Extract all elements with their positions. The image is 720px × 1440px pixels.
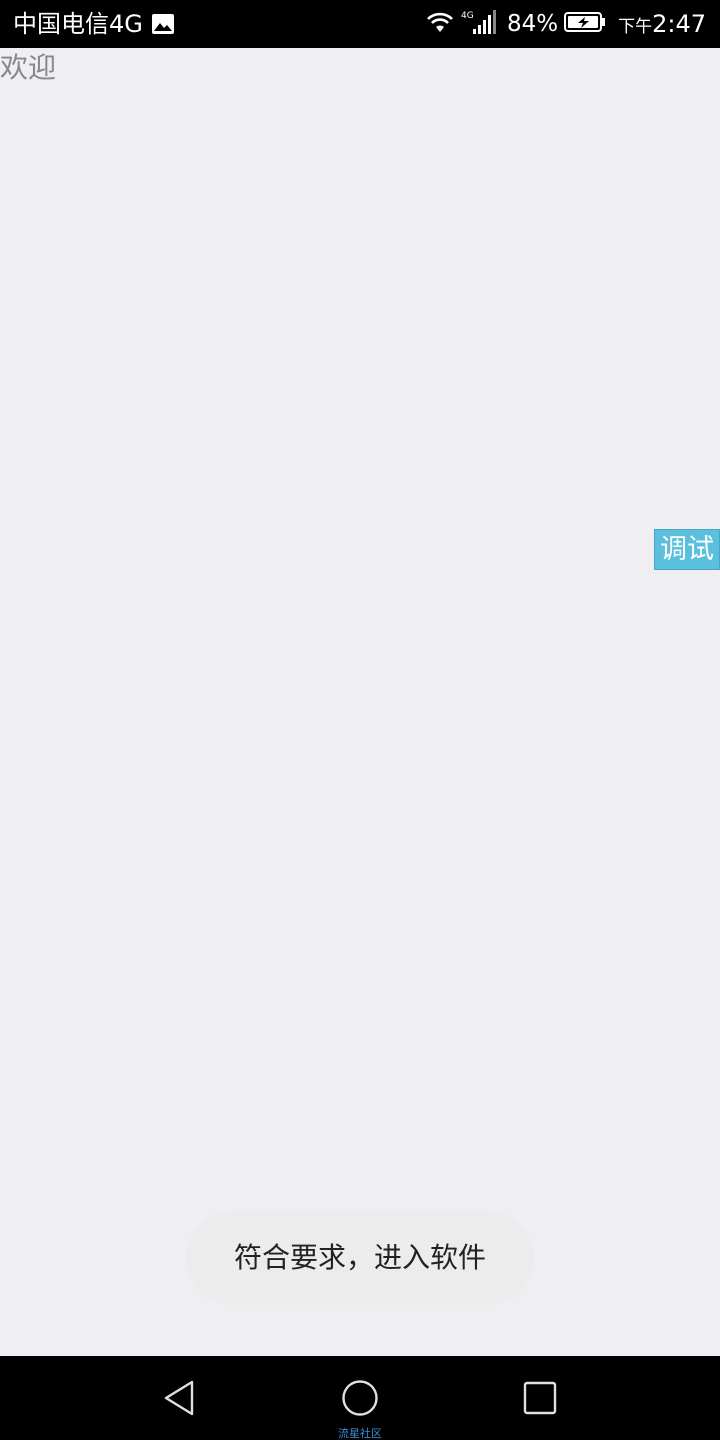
signal-icon: 4G <box>461 9 497 39</box>
screen: 中国电信4G 4G 84% 下午 2:47 欢迎 调试 符合要求，进入软件 流星… <box>0 0 720 1440</box>
ampm-label: 下午 <box>618 17 653 37</box>
back-icon <box>164 1380 194 1416</box>
watermark-text: 流星社区 <box>338 1427 382 1440</box>
battery-charging-icon <box>564 11 606 37</box>
recent-apps-button[interactable] <box>520 1378 560 1418</box>
welcome-text: 欢迎 <box>0 51 57 84</box>
home-button[interactable] <box>340 1378 380 1418</box>
home-icon <box>342 1380 378 1416</box>
toast-message: 符合要求，进入软件 <box>186 1211 534 1305</box>
navigation-bar: 流星社区 <box>0 1356 720 1440</box>
status-right: 4G 84% 下午 2:47 <box>425 0 706 48</box>
clock: 下午 2:47 <box>618 10 706 38</box>
status-left: 中国电信4G <box>13 0 175 48</box>
time-label: 2:47 <box>652 10 706 38</box>
image-icon <box>151 13 175 35</box>
wifi-icon <box>425 10 455 38</box>
battery-percent: 84% <box>506 11 559 37</box>
network-type-label: 4G <box>461 11 474 21</box>
back-button[interactable] <box>160 1378 200 1418</box>
debug-button[interactable]: 调试 <box>654 529 720 570</box>
recent-apps-icon <box>523 1381 557 1415</box>
carrier-label: 中国电信4G <box>13 10 143 38</box>
status-bar: 中国电信4G 4G 84% 下午 2:47 <box>0 0 720 48</box>
